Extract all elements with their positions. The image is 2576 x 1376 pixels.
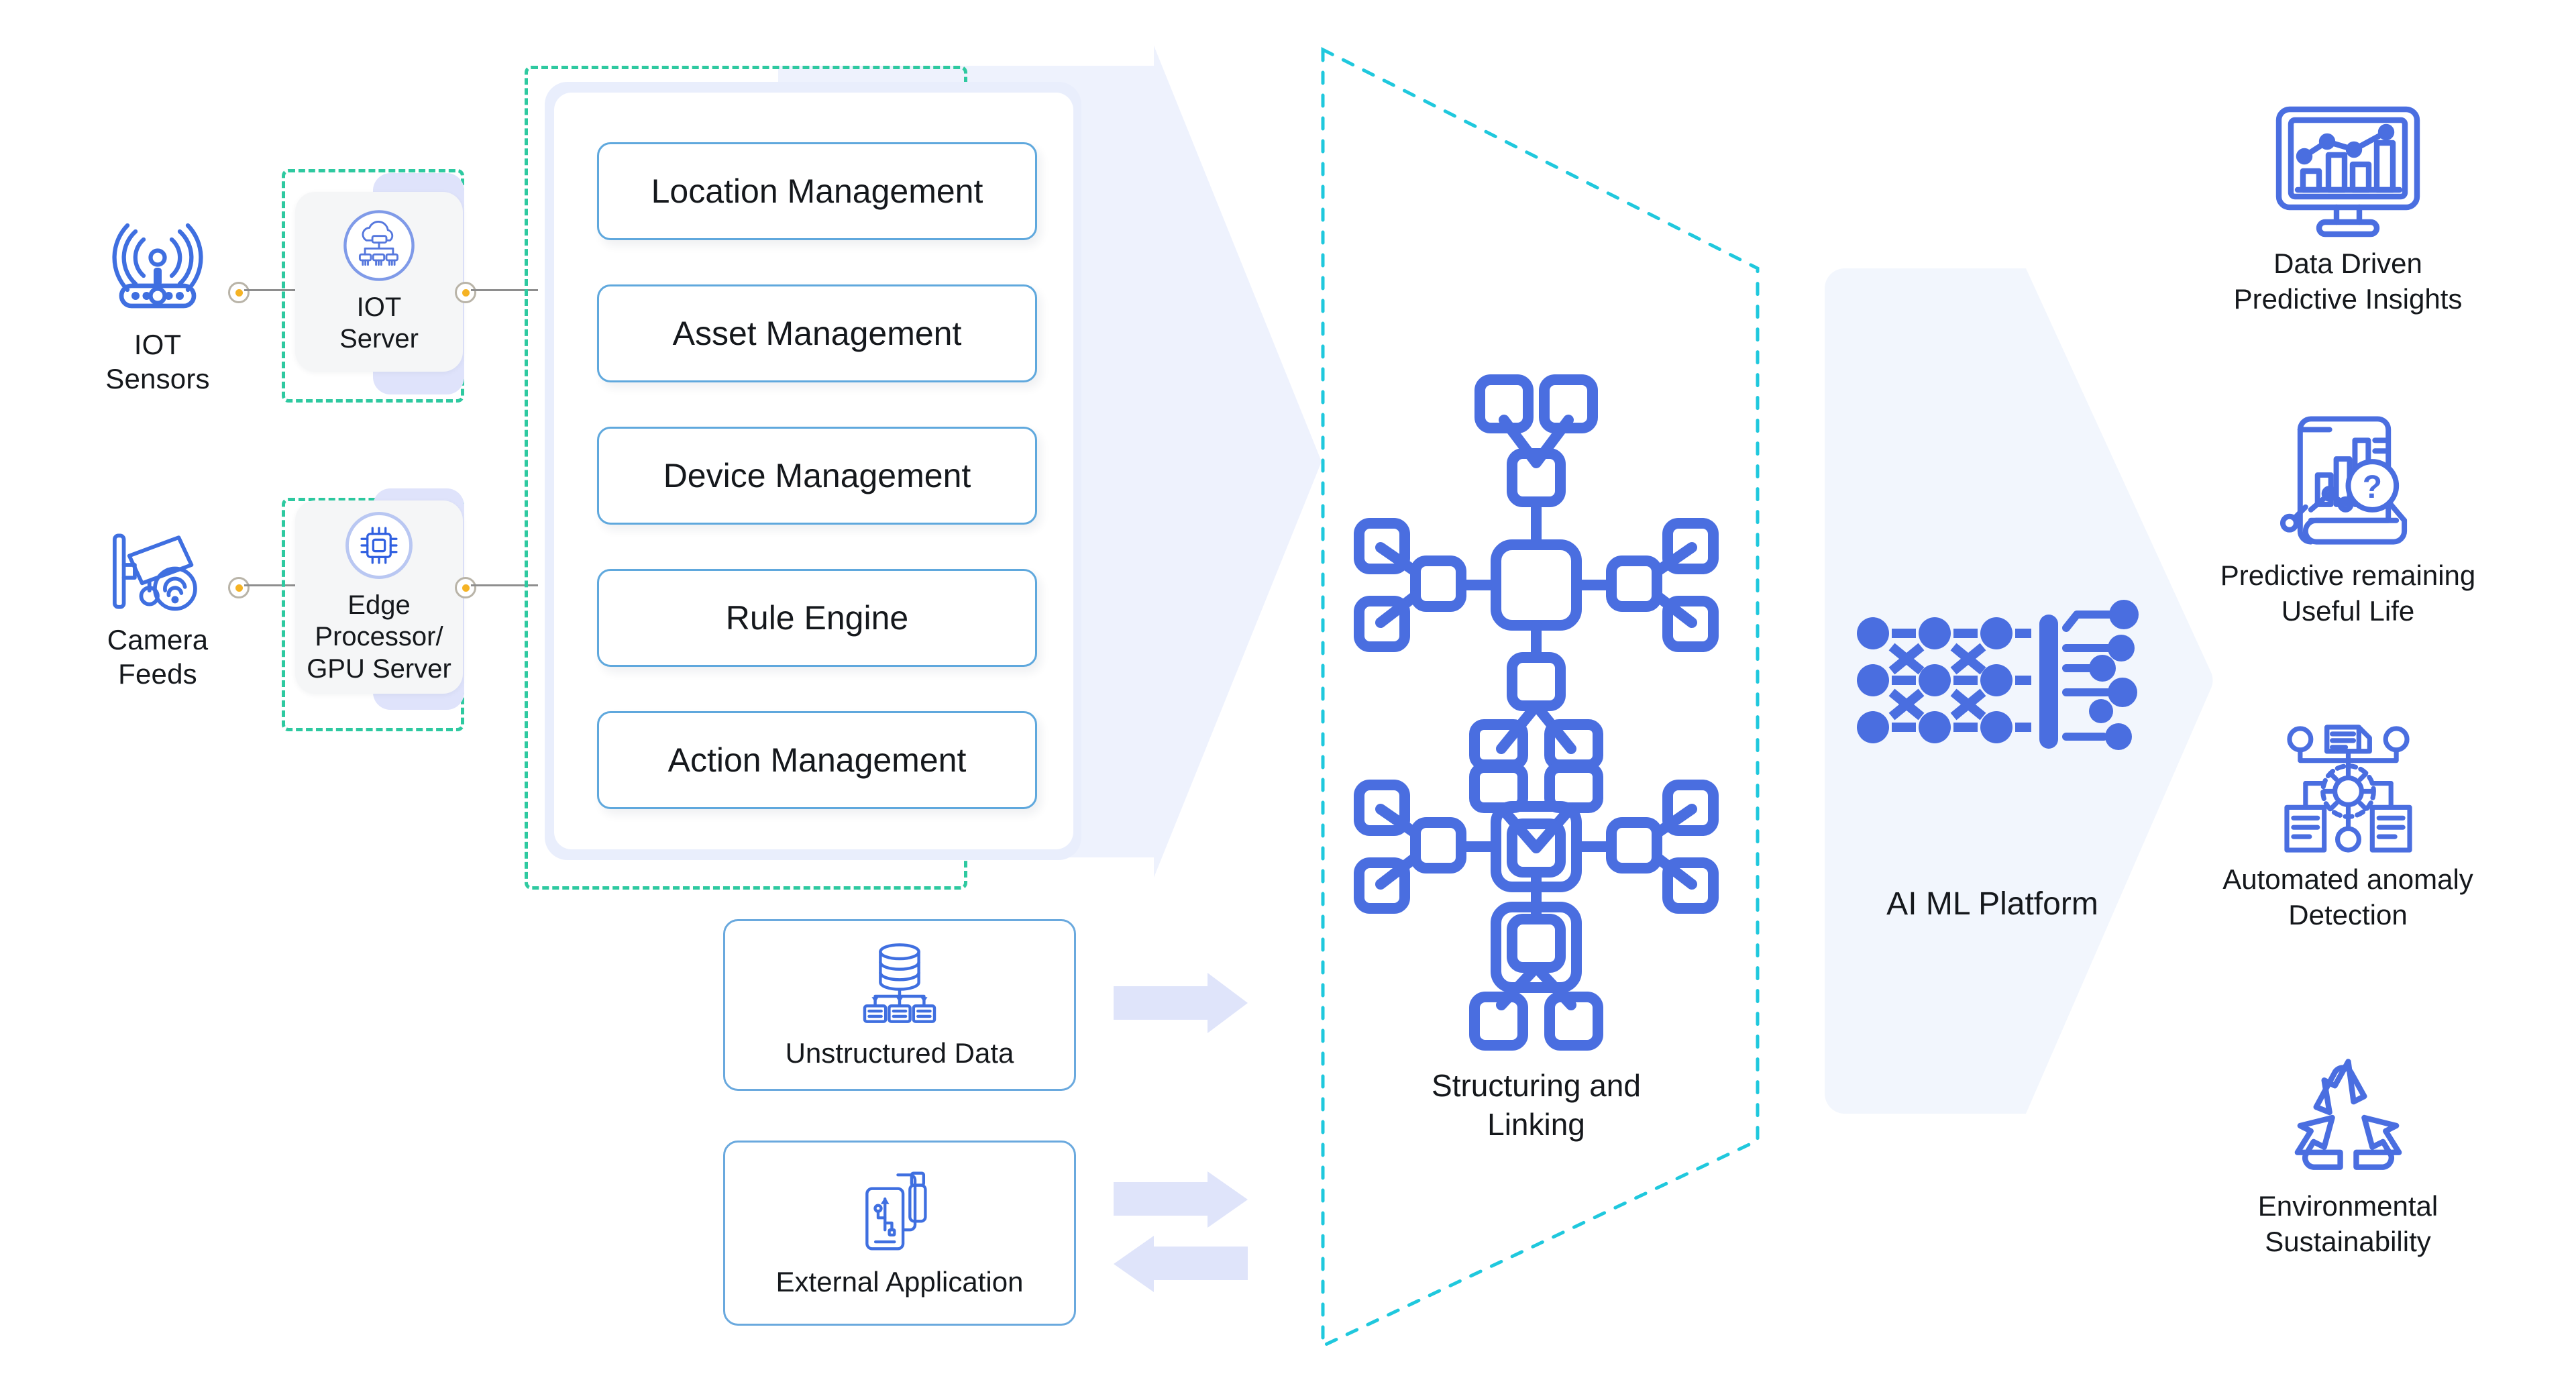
outcome-label-line1: Environmental: [2257, 1190, 2438, 1222]
input-card-label: Unstructured Data: [785, 1037, 1014, 1069]
report-magnifier-icon: ?: [2279, 416, 2407, 545]
management-item-device[interactable]: Device Management: [597, 427, 1037, 525]
gear-documents-icon: [2284, 725, 2412, 853]
recycle-icon: [2294, 1059, 2402, 1170]
outcome-label-line1: Data Driven: [2273, 248, 2422, 279]
unstructured-data-arrow: [1114, 973, 1248, 1033]
management-item-label: Rule Engine: [725, 599, 909, 637]
outcome-label-line2: Sustainability: [2265, 1225, 2431, 1257]
management-item-label: Device Management: [663, 457, 971, 494]
input-card-unstructured-data[interactable]: Unstructured Data: [723, 919, 1076, 1091]
database-tree-icon: [863, 943, 936, 1023]
server-label-line2: Processor/: [315, 622, 443, 652]
management-item-action[interactable]: Action Management: [597, 711, 1037, 809]
connector-dot: [228, 282, 250, 303]
outcome-label-line2: Predictive Insights: [2233, 282, 2463, 315]
management-item-rule-engine[interactable]: Rule Engine: [597, 569, 1037, 667]
outcome-label-line1: Automated anomaly: [2222, 863, 2473, 895]
connector-dot: [455, 282, 476, 303]
antenna-sensor-icon: [112, 223, 203, 309]
cctv-camera-icon: [113, 533, 197, 611]
management-item-location[interactable]: Location Management: [597, 142, 1037, 240]
source-label-line1: Camera: [107, 624, 209, 655]
outcome-label-line2: Useful Life: [2281, 594, 2415, 627]
server-label-line1: IOT: [356, 292, 402, 322]
server-label-line1: Edge: [347, 590, 411, 621]
outcome-label-line1: Predictive remaining: [2220, 560, 2476, 591]
management-item-asset[interactable]: Asset Management: [597, 284, 1037, 382]
source-label-line1: IOT: [133, 329, 182, 360]
connector-dot: [228, 577, 250, 598]
usb-device-icon: [865, 1171, 927, 1251]
monitor-chart-icon: [2275, 106, 2420, 237]
structuring-lower-hub-wrap: [1354, 772, 1719, 1053]
outcome-data-driven-predictive-insights: Data Driven Predictive Insights: [2180, 104, 2516, 317]
server-card-iot[interactable]: IOT Server: [295, 192, 463, 372]
source-iot-sensors: IOT Sensors: [80, 221, 235, 396]
server-card-edge[interactable]: Edge Processor/ GPU Server: [295, 500, 463, 694]
structuring-and-linking-label: Structuring and Linking: [1362, 1067, 1711, 1144]
cpu-chip-icon: [345, 512, 413, 580]
svg-text:?: ?: [2362, 470, 2381, 505]
input-card-label: External Application: [775, 1266, 1024, 1298]
outcome-environmental-sustainability: Environmental Sustainability: [2180, 1053, 2516, 1260]
server-label-line3: GPU Server: [307, 653, 451, 684]
network-graph-lower-icon: [1354, 780, 1719, 1051]
source-label-line2: Feeds: [118, 658, 197, 690]
neural-network-icon: [1857, 600, 2139, 750]
structuring-label-line2: Linking: [1487, 1106, 1585, 1142]
connector-iot-server-to-management: [455, 282, 538, 303]
outcome-label-line2: Detection: [2288, 898, 2408, 931]
external-application-arrows: [1114, 1171, 1248, 1292]
management-item-label: Action Management: [667, 741, 967, 779]
outcome-predictive-remaining-useful-life: ? Predictive remaining Useful Life: [2180, 416, 2516, 629]
server-label-line2: Server: [339, 324, 419, 354]
management-item-label: Location Management: [651, 172, 983, 210]
ai-ml-platform-icon-wrap: [1851, 600, 2139, 758]
connector-edge-server-to-management: [455, 577, 538, 598]
ai-ml-platform-label: AI ML Platform: [1886, 886, 2098, 922]
outcome-automated-anomaly-detection: Automated anomaly Detection: [2180, 725, 2516, 933]
management-item-label: Asset Management: [672, 315, 962, 352]
cloud-server-icon: [343, 210, 415, 281]
source-camera-feeds: Camera Feeds: [80, 530, 235, 691]
structuring-label-line1: Structuring and: [1432, 1068, 1641, 1103]
connector-dot: [455, 577, 476, 598]
input-card-external-application[interactable]: External Application: [723, 1141, 1076, 1326]
source-label-line2: Sensors: [105, 363, 210, 395]
